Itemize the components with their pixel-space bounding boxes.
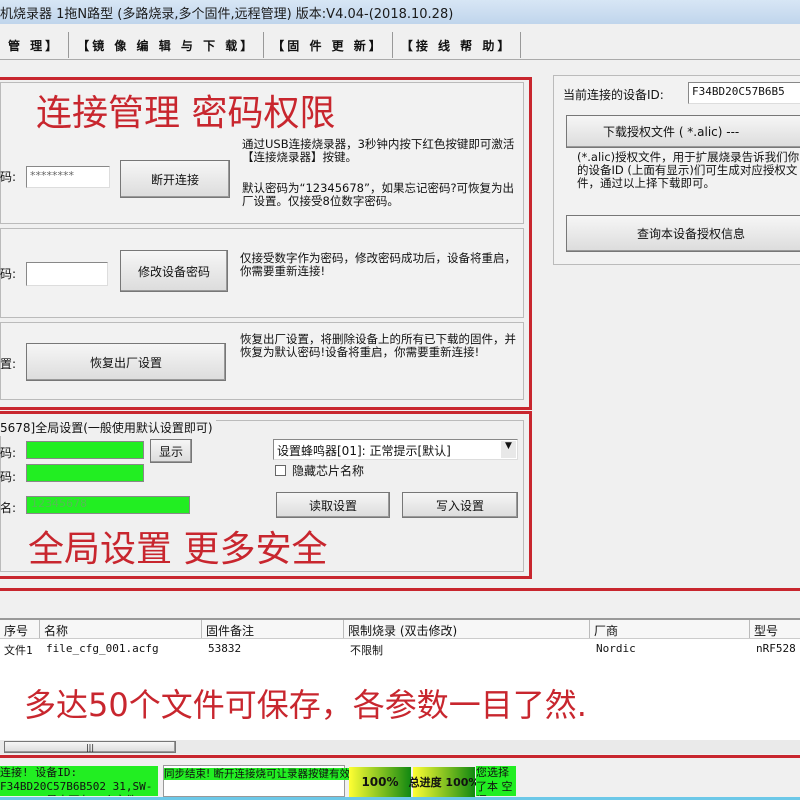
new-password-input[interactable] (26, 262, 108, 286)
license-note: (*.alic)授权文件，用于扩展烧录告诉我们你的设备ID (上面有显示)们可生… (577, 151, 800, 205)
setting-field-2[interactable] (26, 464, 144, 482)
tab-firmware-update[interactable]: 【固 件 更 新】 (264, 32, 393, 58)
cell-note: 53832 (204, 640, 245, 657)
total-progress-bar: 总进度 100% (413, 767, 475, 797)
connect-note: 通过USB连接烧录器，3秒钟内按下红色按键即可激活【连接烧录器】按键。 (242, 138, 522, 164)
device-id-field[interactable]: F34BD20C57B6B5 (688, 82, 800, 104)
global-settings-title: 5678]全局设置(一般使用默认设置即可) (0, 419, 216, 436)
hide-chip-label: 隐藏芯片名称 (292, 462, 364, 479)
tab-bar: 管 理】 【镜 像 编 辑 与 下 载】 【固 件 更 新】 【接 线 帮 助】 (0, 32, 800, 60)
show-button[interactable]: 显示 (150, 439, 192, 463)
write-settings-button[interactable]: 写入设置 (402, 492, 518, 518)
change-password-button[interactable]: 修改设备密码 (120, 250, 228, 292)
query-license-button[interactable]: 查询本设备授权信息 (566, 215, 800, 252)
cell-limit: 不限制 (346, 640, 387, 660)
setting-label-1: 码: (0, 444, 16, 461)
scrollbar-thumb[interactable]: ||| (4, 741, 176, 753)
connection-status: 连接! 设备ID: F34BD20C57B6B502 31,SW-V4.04,(… (0, 766, 158, 796)
global-settings-banner: 全局设置 更多安全 (28, 520, 327, 572)
table-header: 序号 名称 固件备注 限制烧录 (双击修改) 厂商 型号 (0, 620, 800, 639)
cell-vendor: Nordic (592, 640, 640, 657)
read-settings-button[interactable]: 读取设置 (276, 492, 390, 518)
reset-note: 恢复出厂设置，将删除设备上的所有已下载的固件，并恢复为默认密码!设备将重启，你需… (240, 333, 520, 359)
file-table: 序号 名称 固件备注 限制烧录 (双击修改) 厂商 型号 文件1 file_cf… (0, 618, 800, 740)
sync-status: 同步结束! 断开连接烧可让录器按键有效. (164, 768, 353, 780)
factory-reset-button[interactable]: 恢复出厂设置 (26, 343, 226, 381)
setting-label-2: 码: (0, 468, 16, 485)
col-name[interactable]: 名称 (40, 620, 202, 638)
connection-banner: 连接管理 密码权限 (36, 84, 335, 136)
file-table-banner: 多达50个文件可保存，各参数一目了然. (24, 680, 587, 726)
cell-model: nRF528 (752, 640, 800, 657)
chevron-down-icon[interactable]: ▼ (501, 441, 516, 458)
tab-image-edit[interactable]: 【镜 像 编 辑 与 下 载】 (69, 32, 264, 58)
new-password-label: 码: (0, 265, 16, 282)
hint-status: 您选择了本 空闲 (476, 766, 516, 796)
download-license-button[interactable]: 下载授权文件 ( *.alic) --- (566, 115, 800, 148)
disconnect-button[interactable]: 断开连接 (120, 160, 230, 198)
cell-index: 文件1 (0, 640, 37, 660)
col-limit[interactable]: 限制烧录 (双击修改) (344, 620, 590, 638)
password-label: 码: (0, 168, 16, 185)
tab-management[interactable]: 管 理】 (0, 32, 69, 58)
setting-field-1[interactable] (26, 441, 144, 459)
setting-field-3[interactable]: 12345678 (26, 496, 190, 514)
tab-wiring-help[interactable]: 【接 线 帮 助】 (393, 32, 522, 58)
change-password-note: 仅接受数字作为密码，修改密码成功后，设备将重启，你需要重新连接! (240, 252, 520, 278)
buzzer-select[interactable]: 设置蜂鸣器[01]: 正常提示[默认] ▼ (273, 439, 518, 460)
progress-bar: 100% (349, 767, 411, 797)
col-note[interactable]: 固件备注 (202, 620, 344, 638)
device-id-label: 当前连接的设备ID: (563, 86, 664, 103)
password-note: 默认密码为“12345678”，如果忘记密码?可恢复为出厂设置。仅接受8位数字密… (242, 182, 522, 208)
buzzer-select-value: 设置蜂鸣器[01]: 正常提示[默认] (277, 444, 451, 458)
window-title: 机烧录器 1拖N路型 (多路烧录,多个固件,远程管理) 版本:V4.04-(20… (0, 0, 800, 24)
col-model[interactable]: 型号 (750, 620, 800, 638)
password-input[interactable]: ******** (26, 166, 110, 188)
hide-chip-checkbox[interactable] (275, 465, 286, 476)
col-index[interactable]: 序号 (0, 620, 40, 638)
reset-label: 置: (0, 355, 16, 372)
cell-name: file_cfg_001.acfg (42, 640, 163, 657)
sync-status-box: 同步结束! 断开连接烧可让录器按键有效. (163, 765, 345, 797)
col-vendor[interactable]: 厂商 (590, 620, 750, 638)
horizontal-scrollbar[interactable]: ||| (0, 740, 800, 754)
setting-label-3: 名: (0, 499, 16, 516)
